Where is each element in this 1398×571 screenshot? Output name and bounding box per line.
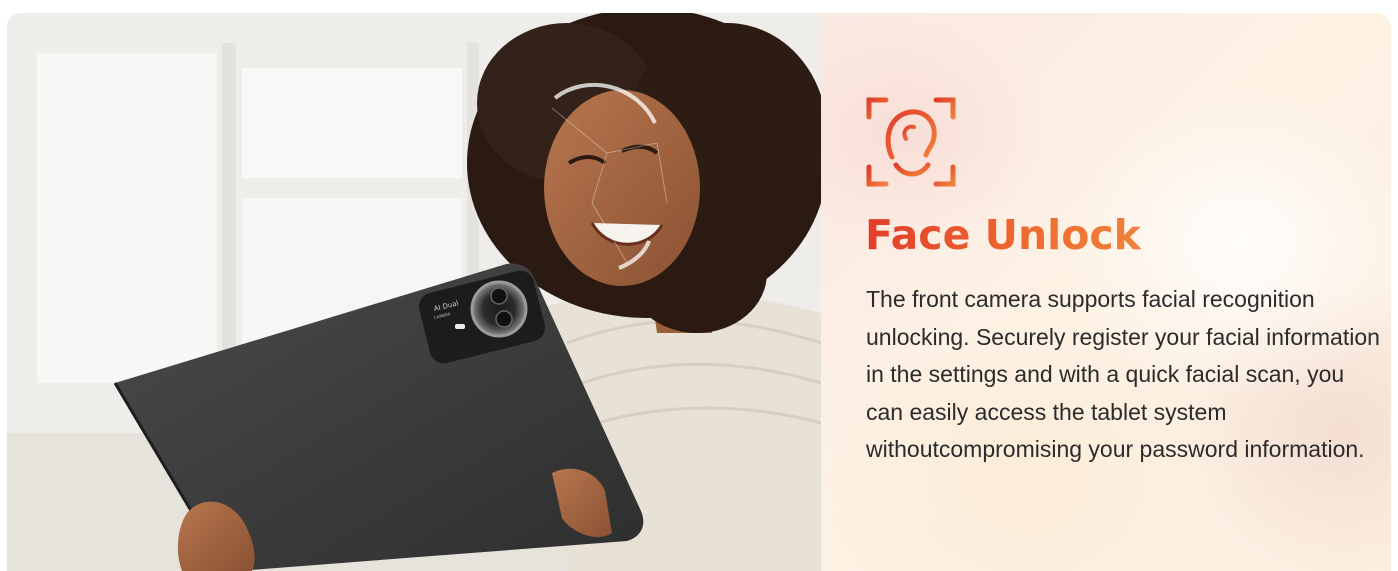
product-photo: AI Dual CAMERA [7,13,821,571]
feature-description: The front camera supports facial recogni… [866,286,1380,463]
feature-panel: Face Unlock The front camera supports fa… [821,13,1391,571]
face-unlock-banner: AI Dual CAMERA Face Unlock The front cam… [7,13,1391,571]
feature-title: Face Unlock [865,211,1141,259]
face-scan-icon [866,97,956,187]
